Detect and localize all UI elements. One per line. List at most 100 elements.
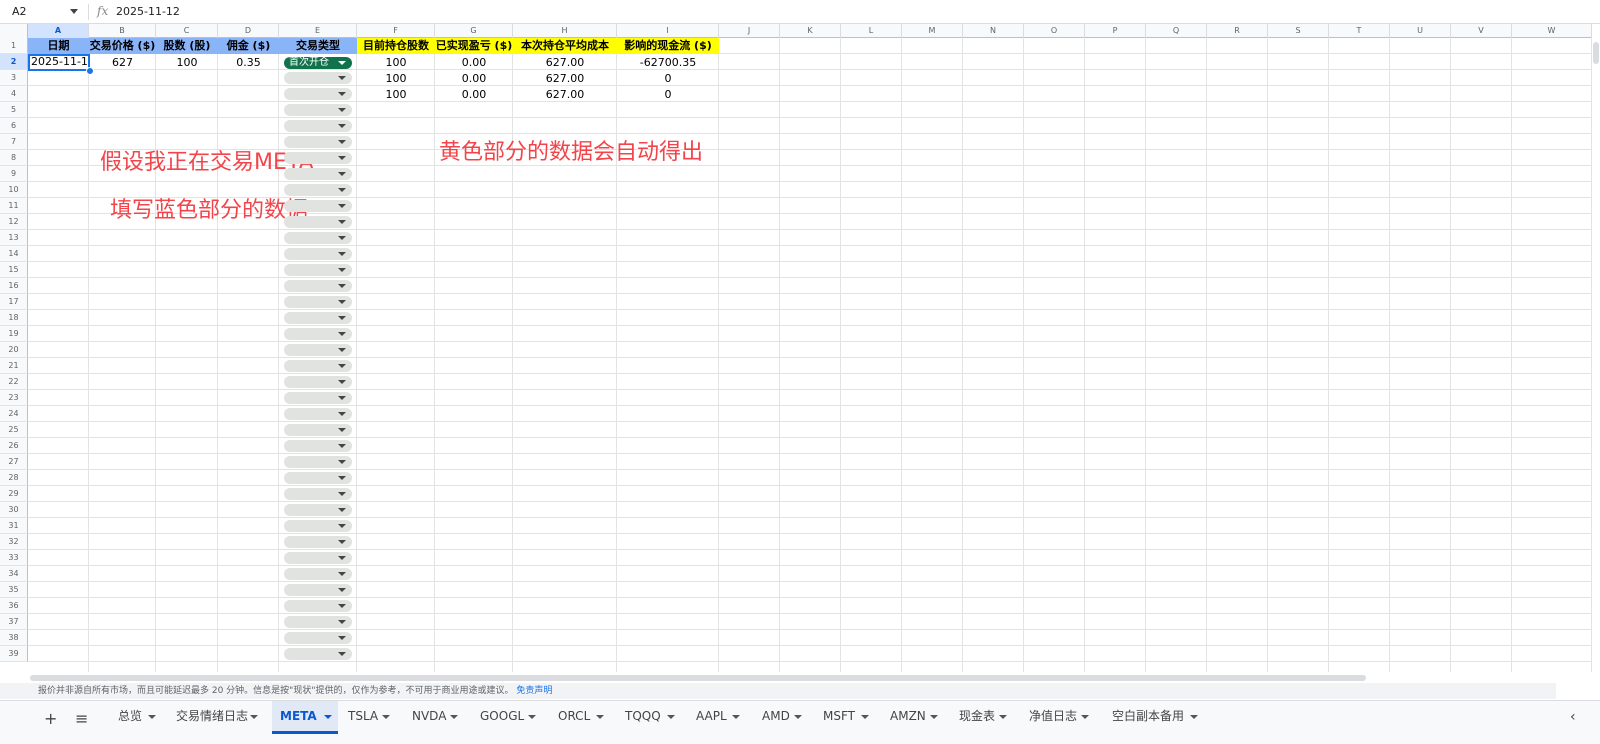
sheet-tab[interactable]: AAPL	[688, 701, 746, 732]
row-header[interactable]: 21	[0, 358, 28, 374]
trade-type-dropdown[interactable]	[284, 168, 352, 180]
sheet-tab[interactable]: TQQQ	[617, 701, 681, 732]
row-header[interactable]: 23	[0, 390, 28, 406]
column-header-o[interactable]: O	[1024, 24, 1085, 38]
chevron-down-icon[interactable]	[999, 715, 1007, 719]
row-header[interactable]: 17	[0, 294, 28, 310]
cell-avg-cost[interactable]: 627.00	[513, 55, 617, 71]
trade-type-dropdown[interactable]	[284, 456, 352, 468]
row-header[interactable]: 9	[0, 166, 28, 182]
cell-position[interactable]: 100	[357, 87, 435, 103]
trade-type-dropdown[interactable]	[284, 120, 352, 132]
cell-reference[interactable]: A2	[12, 5, 27, 18]
trade-type-dropdown[interactable]	[284, 376, 352, 388]
column-header-j[interactable]: J	[719, 24, 780, 38]
row-header[interactable]: 34	[0, 566, 28, 582]
chevron-down-icon[interactable]	[794, 715, 802, 719]
cell-cashflow[interactable]: 0	[617, 71, 719, 87]
cell-commission[interactable]: 0.35	[218, 55, 279, 71]
chevron-down-icon[interactable]	[324, 715, 332, 719]
add-sheet-icon[interactable]: +	[44, 709, 57, 728]
chevron-down-icon[interactable]	[70, 9, 78, 14]
row-header[interactable]: 15	[0, 262, 28, 278]
trade-type-dropdown[interactable]	[284, 424, 352, 436]
trade-type-dropdown[interactable]	[284, 648, 352, 660]
row-header[interactable]: 20	[0, 342, 28, 358]
trade-type-dropdown[interactable]	[284, 216, 352, 228]
header-date[interactable]: 日期	[28, 38, 89, 54]
cell-avg-cost[interactable]: 627.00	[513, 71, 617, 87]
row-header[interactable]: 29	[0, 486, 28, 502]
row-header[interactable]: 36	[0, 598, 28, 614]
column-header-n[interactable]: N	[963, 24, 1024, 38]
row-header[interactable]: 12	[0, 214, 28, 230]
column-header-u[interactable]: U	[1390, 24, 1451, 38]
column-header-a[interactable]: A	[28, 24, 89, 38]
trade-type-dropdown[interactable]	[284, 568, 352, 580]
column-header-t[interactable]: T	[1329, 24, 1390, 38]
chevron-down-icon[interactable]	[382, 715, 390, 719]
column-header-r[interactable]: R	[1207, 24, 1268, 38]
column-header-m[interactable]: M	[902, 24, 963, 38]
row-header[interactable]: 25	[0, 422, 28, 438]
sheet-tab[interactable]: ORCL	[550, 701, 610, 732]
disclaimer-link[interactable]: 免责声明	[516, 686, 552, 696]
row-header[interactable]: 33	[0, 550, 28, 566]
chevron-down-icon[interactable]	[250, 715, 258, 719]
trade-type-dropdown[interactable]	[284, 88, 352, 100]
trade-type-dropdown[interactable]	[284, 280, 352, 292]
chevron-down-icon[interactable]	[596, 715, 604, 719]
sheet-tab[interactable]: MSFT	[815, 701, 875, 732]
header-price[interactable]: 交易价格 ($)	[89, 38, 156, 54]
trade-type-dropdown[interactable]	[284, 136, 352, 148]
header-realized-pnl[interactable]: 已实现盈亏 ($)	[435, 38, 513, 54]
header-trade-type[interactable]: 交易类型	[279, 38, 357, 54]
cell-realized-pnl[interactable]: 0.00	[435, 55, 513, 71]
row-header[interactable]: 19	[0, 326, 28, 342]
sheet-tab[interactable]: AMZN	[882, 701, 944, 732]
column-header-p[interactable]: P	[1085, 24, 1146, 38]
header-position[interactable]: 目前持仓股数	[357, 38, 435, 54]
row-header[interactable]: 8	[0, 150, 28, 166]
cell-price[interactable]: 627	[89, 55, 156, 71]
all-sheets-menu-icon[interactable]: ≡	[75, 709, 88, 728]
row-header[interactable]: 14	[0, 246, 28, 262]
chevron-down-icon[interactable]	[667, 715, 675, 719]
column-header-h[interactable]: H	[513, 24, 617, 38]
header-cashflow[interactable]: 影响的现金流 ($)	[617, 38, 719, 54]
trade-type-dropdown[interactable]	[284, 472, 352, 484]
header-commission[interactable]: 佣金 ($)	[218, 38, 279, 54]
formula-input[interactable]: 2025-11-12	[116, 5, 180, 18]
trade-type-dropdown[interactable]	[284, 520, 352, 532]
trade-type-dropdown[interactable]	[284, 632, 352, 644]
sheet-grid[interactable]: 日期 交易价格 ($) 股数 (股) 佣金 ($) 交易类型 目前持仓股数 已实…	[28, 38, 1592, 681]
column-header-q[interactable]: Q	[1146, 24, 1207, 38]
column-header-w[interactable]: W	[1512, 24, 1592, 38]
column-header-s[interactable]: S	[1268, 24, 1329, 38]
chevron-down-icon[interactable]	[732, 715, 740, 719]
column-header-b[interactable]: B	[89, 24, 156, 38]
row-header[interactable]: 35	[0, 582, 28, 598]
trade-type-dropdown[interactable]	[284, 600, 352, 612]
column-header-i[interactable]: I	[617, 24, 719, 38]
cell-realized-pnl[interactable]: 0.00	[435, 71, 513, 87]
trade-type-dropdown[interactable]	[284, 552, 352, 564]
trade-type-dropdown[interactable]	[284, 264, 352, 276]
row-header[interactable]: 18	[0, 310, 28, 326]
header-avg-cost[interactable]: 本次持仓平均成本	[513, 38, 617, 54]
select-all-corner[interactable]	[0, 24, 28, 38]
column-header-g[interactable]: G	[435, 24, 513, 38]
row-header[interactable]: 28	[0, 470, 28, 486]
row-header[interactable]: 26	[0, 438, 28, 454]
row-header[interactable]: 4	[0, 86, 28, 102]
sheet-tab[interactable]: NVDA	[404, 701, 464, 732]
trade-type-dropdown[interactable]	[284, 200, 352, 212]
scrollbar-thumb[interactable]	[30, 675, 1366, 681]
trade-type-dropdown[interactable]	[284, 328, 352, 340]
row-header[interactable]: 7	[0, 134, 28, 150]
row-header[interactable]: 32	[0, 534, 28, 550]
sheet-tab[interactable]: 交易情绪日志	[168, 701, 264, 732]
row-header[interactable]: 11	[0, 198, 28, 214]
sheet-tab[interactable]: META	[272, 701, 338, 734]
trade-type-dropdown[interactable]	[284, 616, 352, 628]
